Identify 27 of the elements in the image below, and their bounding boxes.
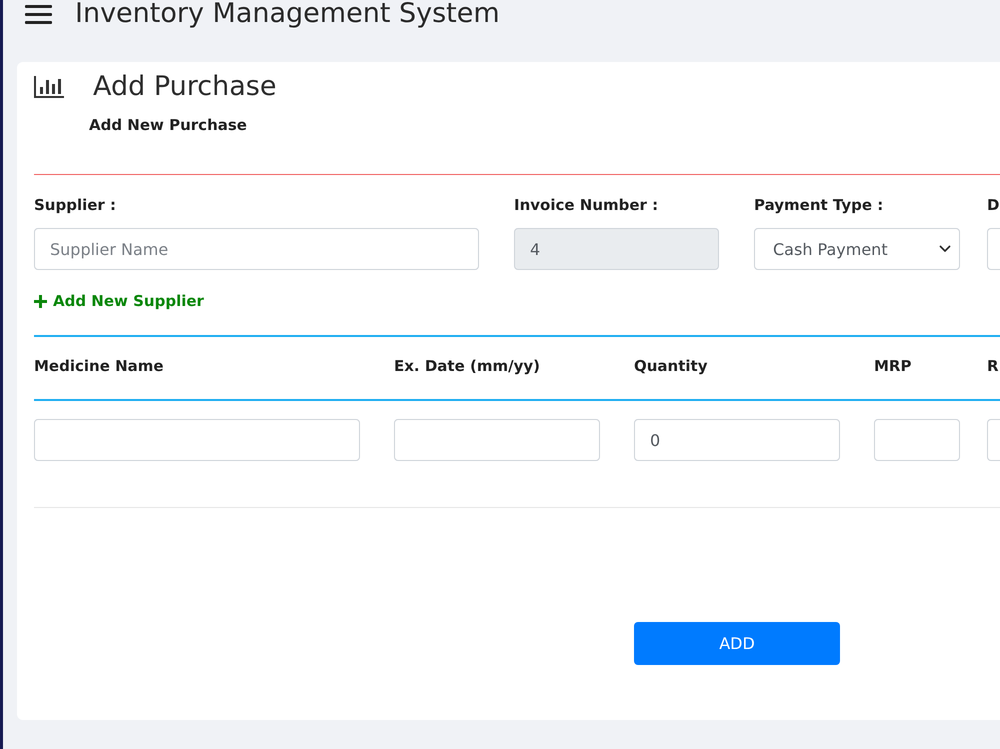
input-field[interactable]: Supplier Name — [34, 228, 479, 270]
field-label: Supplier : — [34, 195, 118, 215]
input-field[interactable]: 4 — [514, 228, 719, 270]
input-field[interactable] — [874, 419, 960, 461]
field-label: Invoice Number : — [514, 195, 660, 215]
add-supplier-link[interactable]: Add New Supplier — [34, 291, 204, 311]
input-field[interactable] — [987, 228, 1000, 270]
column-header: Quantity — [634, 356, 708, 376]
app-title: Inventory Management System — [75, 0, 500, 29]
add-button[interactable]: ADD — [634, 622, 840, 665]
select-field[interactable]: Cash Payment — [754, 228, 960, 270]
plus-icon — [34, 294, 47, 308]
page-subtitle: Add New Purchase — [89, 115, 248, 135]
input-field[interactable] — [394, 419, 600, 461]
column-header: Ex. Date (mm/yy) — [394, 356, 541, 376]
bar-chart-icon — [34, 76, 64, 98]
input-field[interactable]: 0 — [634, 419, 840, 461]
menu-icon[interactable] — [25, 4, 52, 24]
chevron-down-icon — [939, 245, 951, 253]
column-header: R — [987, 356, 1000, 376]
input-field[interactable] — [34, 419, 360, 461]
page-title: Add Purchase — [93, 72, 276, 102]
field-label: D — [987, 195, 1000, 215]
input-field[interactable] — [987, 419, 1000, 461]
column-header: MRP — [874, 356, 912, 376]
column-header: Medicine Name — [34, 356, 165, 376]
field-label: Payment Type : — [754, 195, 884, 215]
